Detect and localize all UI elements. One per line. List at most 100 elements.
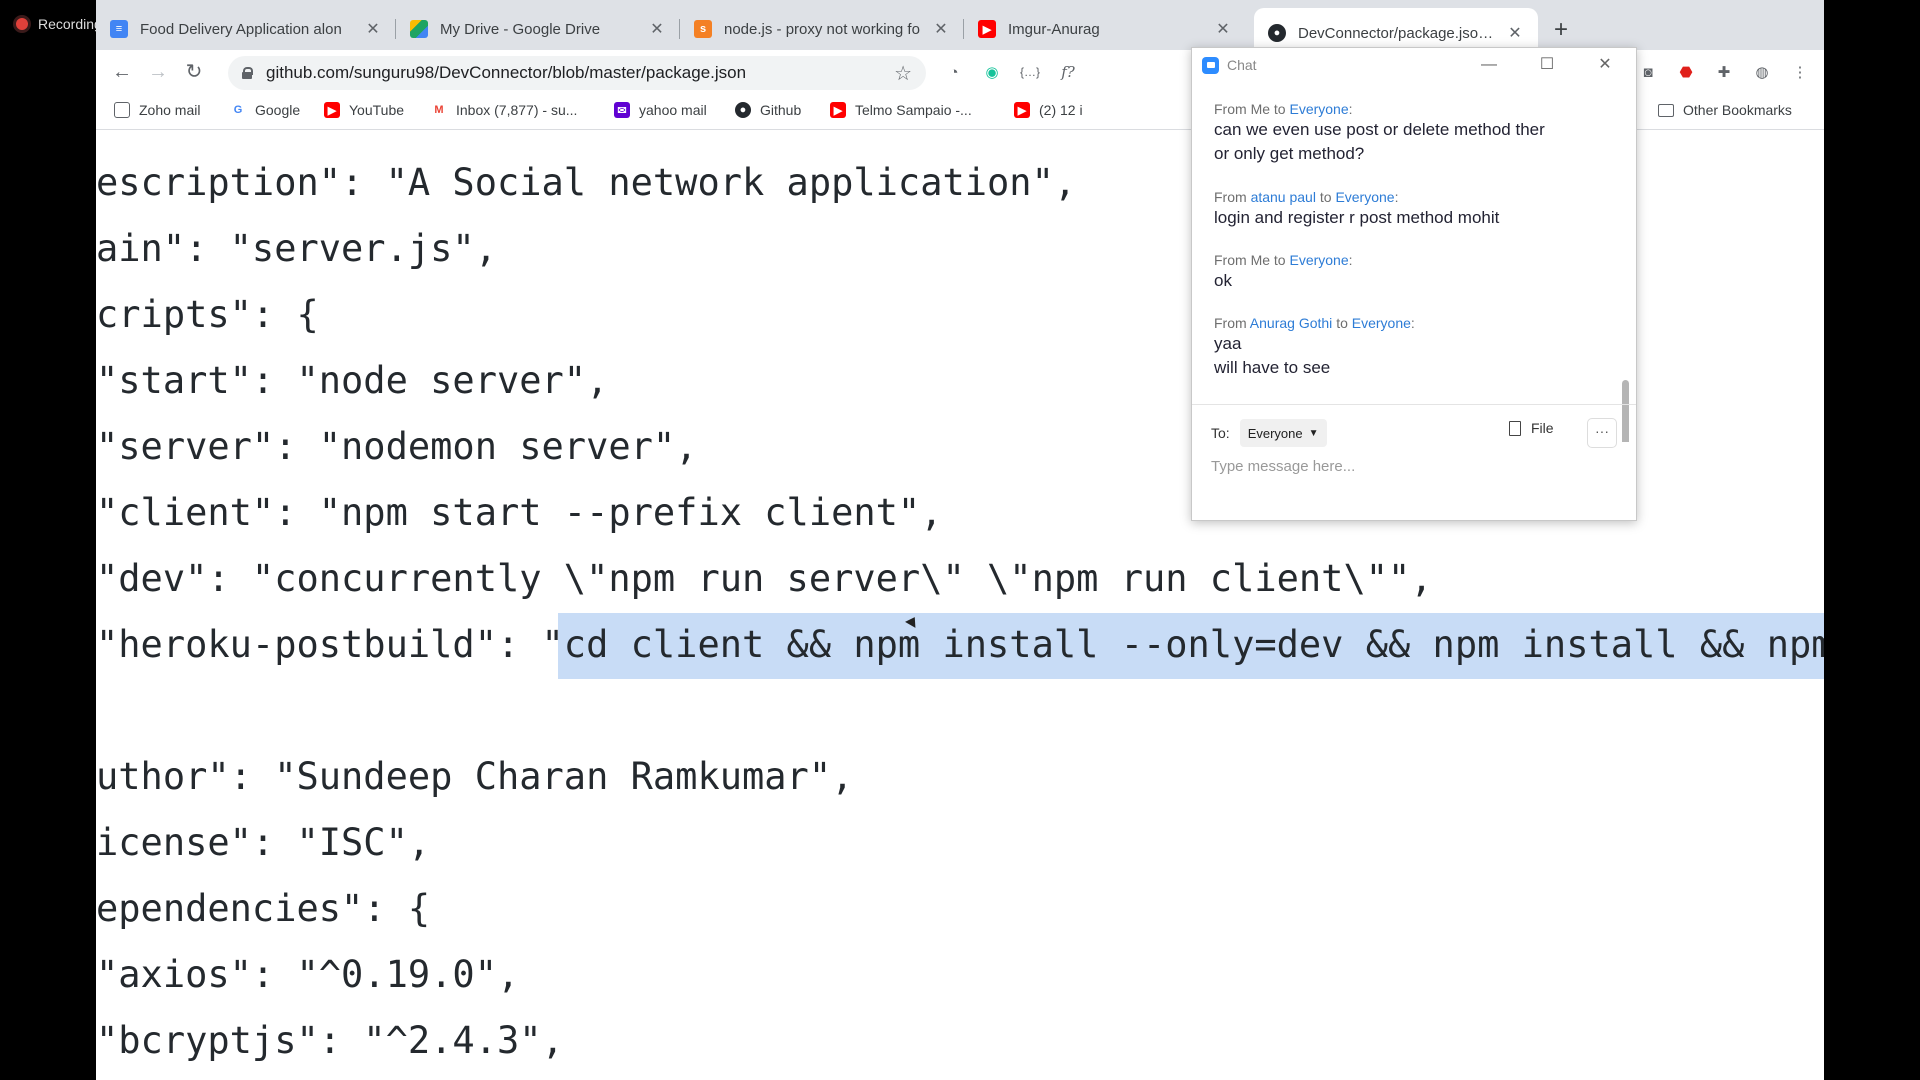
recipient-row: To: Everyone ▼	[1211, 418, 1327, 448]
bookmark-zoho-mail[interactable]: Zoho mail	[114, 102, 200, 118]
message-text: or only get method?	[1214, 144, 1365, 163]
close-icon[interactable]: ✕	[648, 19, 666, 39]
code-line: "client": "npm start --prefix client",	[96, 491, 943, 534]
other-bookmarks[interactable]: Other Bookmarks	[1658, 102, 1792, 118]
zoom-logo-icon	[1202, 56, 1219, 74]
code-line: ependencies": {	[96, 887, 431, 930]
close-icon[interactable]: ✕	[1506, 23, 1524, 43]
docs-icon: ≡	[110, 20, 128, 38]
url-text: github.com/sunguru98/DevConnector/blob/m…	[266, 63, 747, 82]
address-bar[interactable]: github.com/sunguru98/DevConnector/blob/m…	[228, 56, 926, 90]
tab-google-drive[interactable]: My Drive - Google Drive ✕	[396, 8, 680, 50]
close-icon[interactable]: ✕	[1594, 54, 1616, 76]
chat-message: From Anurag Gothi to Everyone: yaa will …	[1214, 314, 1604, 380]
code-line: "dev": "concurrently \"npm run server\" …	[96, 557, 1433, 600]
file-label: File	[1531, 420, 1554, 436]
chat-titlebar[interactable]: Chat — ☐ ✕	[1192, 48, 1636, 82]
minimize-icon[interactable]: —	[1478, 54, 1500, 76]
tab-stackoverflow[interactable]: s node.js - proxy not working fo ✕	[680, 8, 964, 50]
formula-icon[interactable]: f?	[1056, 60, 1080, 84]
menu-kebab-icon[interactable]: ⋮	[1788, 60, 1812, 84]
message-meta: From Anurag Gothi to Everyone:	[1214, 315, 1415, 331]
chat-messages[interactable]: From Me to Everyone: can we even use pos…	[1192, 86, 1636, 442]
divider	[1192, 404, 1636, 405]
tab-food-delivery[interactable]: ≡ Food Delivery Application alon ✕	[96, 8, 396, 50]
recipient-select[interactable]: Everyone ▼	[1239, 419, 1327, 447]
bookmark-label: Github	[760, 102, 802, 118]
tab-title: My Drive - Google Drive	[440, 20, 601, 38]
youtube-icon: ▶	[830, 102, 846, 118]
file-icon	[1509, 420, 1521, 436]
chat-message: From atanu paul to Everyone: login and r…	[1214, 188, 1604, 230]
folder-icon	[1658, 103, 1674, 117]
tab-title: DevConnector/package.json at	[1298, 24, 1496, 42]
bookmark-label: yahoo mail	[639, 102, 707, 118]
chat-title: Chat	[1227, 57, 1257, 73]
chat-panel: Chat — ☐ ✕ From Me to Everyone: can we e…	[1191, 47, 1637, 521]
screen: Recording ≡ Food Delivery Application al…	[0, 0, 1920, 1080]
chat-message: From Me to Everyone: ok	[1214, 251, 1604, 293]
profile-avatar-icon[interactable]: ◍	[1750, 60, 1774, 84]
adblock-icon[interactable]: ⬣	[1674, 60, 1698, 84]
bookmark-label: YouTube	[349, 102, 405, 118]
reload-icon[interactable]: ↻	[180, 58, 208, 86]
bookmark-youtube-2[interactable]: ▶ (2) 12 i	[1014, 102, 1083, 118]
google-icon: G	[233, 104, 243, 116]
record-icon	[16, 18, 28, 30]
maximize-icon[interactable]: ☐	[1536, 54, 1558, 76]
recording-indicator[interactable]: Recording	[16, 16, 102, 32]
bookmark-gmail-inbox[interactable]: M Inbox (7,877) - su...	[431, 102, 577, 118]
code-line: "bcryptjs": "^2.4.3",	[96, 1019, 564, 1062]
camera-icon[interactable]: ◙	[1636, 60, 1660, 84]
new-tab-button[interactable]: +	[1554, 16, 1568, 44]
code-line: "server": "nodemon server",	[96, 425, 698, 468]
close-icon[interactable]: ✕	[1214, 19, 1232, 39]
bookmark-label: (2) 12 i	[1039, 102, 1083, 118]
bookmark-telmo-sampaio[interactable]: ▶ Telmo Sampaio -...	[830, 102, 972, 118]
youtube-icon: ▶	[1014, 102, 1030, 118]
chat-message-input[interactable]: Type message here...	[1211, 458, 1355, 475]
message-meta: From Me to Everyone:	[1214, 101, 1353, 117]
grammarly-icon[interactable]: ◉	[980, 60, 1004, 84]
code-line: "start": "node server",	[96, 359, 609, 402]
json-viewer-icon[interactable]: {…}	[1018, 60, 1042, 84]
youtube-icon: ▶	[978, 20, 996, 38]
message-text: yaa	[1214, 334, 1242, 353]
lock-icon	[242, 67, 253, 79]
tab-title: Imgur-Anurag	[1008, 20, 1100, 38]
close-icon[interactable]: ✕	[364, 19, 382, 39]
bookmark-yahoo-mail[interactable]: ✉ yahoo mail	[614, 102, 707, 118]
file-button[interactable]: File	[1509, 420, 1554, 436]
code-line: cripts": {	[96, 293, 319, 336]
github-icon: ●	[735, 102, 751, 118]
message-text: will have to see	[1214, 358, 1331, 377]
code-line: "axios": "^0.19.0",	[96, 953, 520, 996]
bookmark-label: Zoho mail	[139, 102, 201, 118]
more-options-button[interactable]: ···	[1587, 418, 1617, 448]
gmail-icon: M	[434, 104, 444, 116]
tab-title: Food Delivery Application alon	[140, 20, 342, 38]
code-line: icense": "ISC",	[96, 821, 431, 864]
forward-icon[interactable]: →	[144, 58, 172, 86]
message-text: ok	[1214, 271, 1232, 290]
chat-scrollbar[interactable]	[1622, 380, 1629, 442]
back-icon[interactable]: ←	[108, 58, 136, 86]
bookmark-google[interactable]: G Google	[230, 102, 300, 118]
message-meta: From atanu paul to Everyone:	[1214, 189, 1399, 205]
recipient-value: Everyone	[1247, 425, 1303, 441]
bookmark-github[interactable]: ● Github	[735, 102, 801, 118]
close-icon[interactable]: ✕	[932, 19, 950, 39]
stackoverflow-icon: s	[694, 20, 712, 38]
github-icon: ●	[1268, 24, 1286, 42]
zoho-icon	[114, 102, 130, 118]
bookmark-star-icon[interactable]: ☆	[894, 61, 912, 86]
code-line: ain": "server.js",	[96, 227, 497, 270]
bookmark-label: Telmo Sampaio -...	[855, 102, 972, 118]
bookmark-youtube[interactable]: ▶ YouTube	[324, 102, 404, 118]
extensions-puzzle-icon[interactable]: ✚	[1712, 60, 1736, 84]
bookmark-label: Inbox (7,877) - su...	[456, 102, 578, 118]
message-meta: From Me to Everyone:	[1214, 252, 1353, 268]
drive-icon	[410, 20, 428, 38]
tab-imgur[interactable]: ▶ Imgur-Anurag ✕	[964, 8, 1246, 50]
speed-dial-icon[interactable]: ◔	[942, 60, 966, 84]
